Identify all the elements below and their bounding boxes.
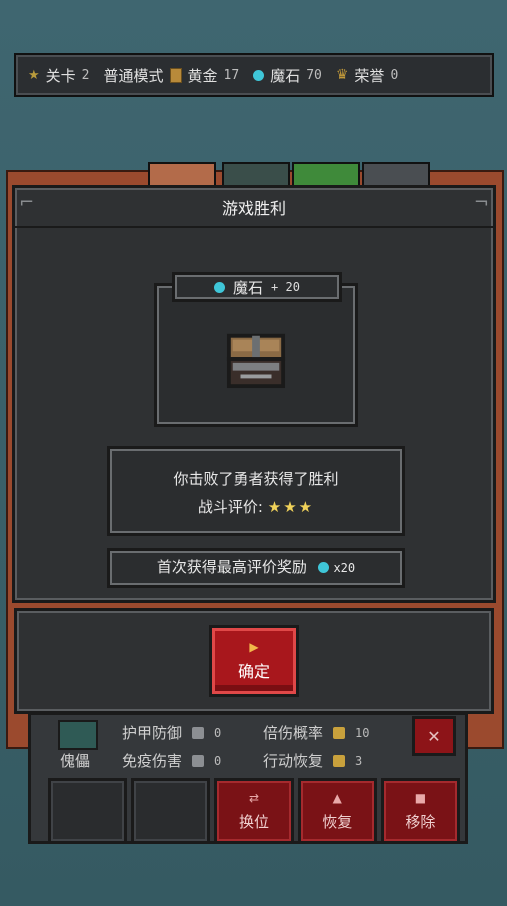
action-bar: ⇄ 换位 ▲ 恢复 ■ 移除	[48, 778, 461, 844]
confirm-label: 确定	[237, 662, 270, 681]
message-panel	[107, 446, 405, 536]
recover-icon	[333, 754, 346, 767]
multiplier-stat: 倍伤概率 10	[263, 722, 369, 743]
immune-label: 免疫伤害	[122, 752, 183, 770]
remove-label: 移除	[405, 812, 436, 831]
multiplier-value: 10	[355, 725, 370, 740]
star-icon: ★	[28, 67, 40, 83]
bonus-amount: x20	[333, 561, 356, 575]
corner-ornament-icon: ¬	[473, 192, 489, 213]
armor-stat: 护甲防御 0	[122, 722, 221, 743]
unit-name: 傀儡	[60, 752, 91, 770]
reward-label: 魔石	[233, 278, 264, 297]
magicstone-label: 魔石	[270, 66, 301, 85]
top-status-bar: ★ 关卡 2 普通模式 黄金 17 魔石 70 ♛ 荣誉 0	[14, 53, 494, 97]
multiplier-label: 倍伤概率	[263, 724, 324, 742]
potion-icon: ▲	[332, 790, 342, 805]
puppet-unit-icon	[58, 720, 98, 750]
treasure-chest-icon	[226, 333, 286, 389]
crown-icon: ♛	[335, 67, 349, 83]
gold-label: 黄金	[187, 66, 218, 85]
close-icon: ✕	[427, 726, 441, 746]
gold-icon	[169, 67, 182, 83]
mode-label: 普通模式	[103, 66, 164, 85]
battle-rating: 战斗评价: ★★★	[107, 496, 405, 517]
close-button[interactable]: ✕	[412, 716, 456, 756]
honor-value: 0	[390, 67, 399, 83]
shield-icon	[192, 726, 205, 739]
swap-label: 换位	[239, 812, 270, 831]
immune-value: 0	[214, 753, 222, 768]
trash-icon: ■	[414, 790, 427, 805]
confirm-button[interactable]: ▶ 确定	[209, 625, 299, 697]
recover-label: 行动恢复	[263, 752, 324, 770]
corner-ornament-icon: ⌐	[19, 192, 35, 213]
burst-icon	[333, 726, 346, 739]
magicstone-value: 70	[306, 67, 322, 83]
reward-tag: 魔石 + 20	[172, 272, 342, 302]
magicstone-icon	[317, 562, 329, 573]
swap-icon: ⇄	[248, 790, 260, 805]
recover-stat: 行动恢复 3	[263, 750, 362, 771]
immune-stat: 免疫伤害 0	[122, 750, 221, 771]
level-value: 2	[81, 67, 90, 83]
remove-button[interactable]: ■ 移除	[380, 778, 461, 844]
armor-label: 护甲防御	[122, 724, 183, 742]
restore-button[interactable]: ▲ 恢复	[297, 778, 377, 844]
recover-value: 3	[355, 753, 363, 768]
dialog-title: 游戏胜利	[15, 188, 493, 228]
play-icon: ▶	[249, 640, 259, 654]
empty-slot[interactable]	[131, 778, 211, 844]
shield-icon	[192, 754, 205, 767]
gold-value: 17	[223, 67, 240, 83]
victory-message: 你击败了勇者获得了胜利	[173, 470, 339, 488]
armor-value: 0	[214, 725, 222, 740]
reward-amount: + 20	[271, 280, 300, 294]
magicstone-icon	[253, 69, 265, 81]
empty-slot[interactable]	[48, 778, 128, 844]
rating-label: 战斗评价:	[197, 498, 263, 516]
restore-label: 恢复	[322, 812, 353, 831]
level-label: 关卡	[45, 66, 76, 85]
bonus-row: 首次获得最高评价奖励 x20	[107, 556, 405, 577]
victory-dialog: 游戏胜利 ⌐ ¬ 魔石 + 20 你击败了勇者获得了胜利 战斗评价: ★★★ 首…	[12, 185, 496, 603]
swap-button[interactable]: ⇄ 换位	[214, 778, 294, 844]
rating-stars: ★★★	[267, 498, 315, 516]
honor-label: 荣誉	[354, 66, 385, 85]
bonus-label: 首次获得最高评价奖励	[156, 558, 307, 576]
magicstone-icon	[214, 281, 226, 293]
